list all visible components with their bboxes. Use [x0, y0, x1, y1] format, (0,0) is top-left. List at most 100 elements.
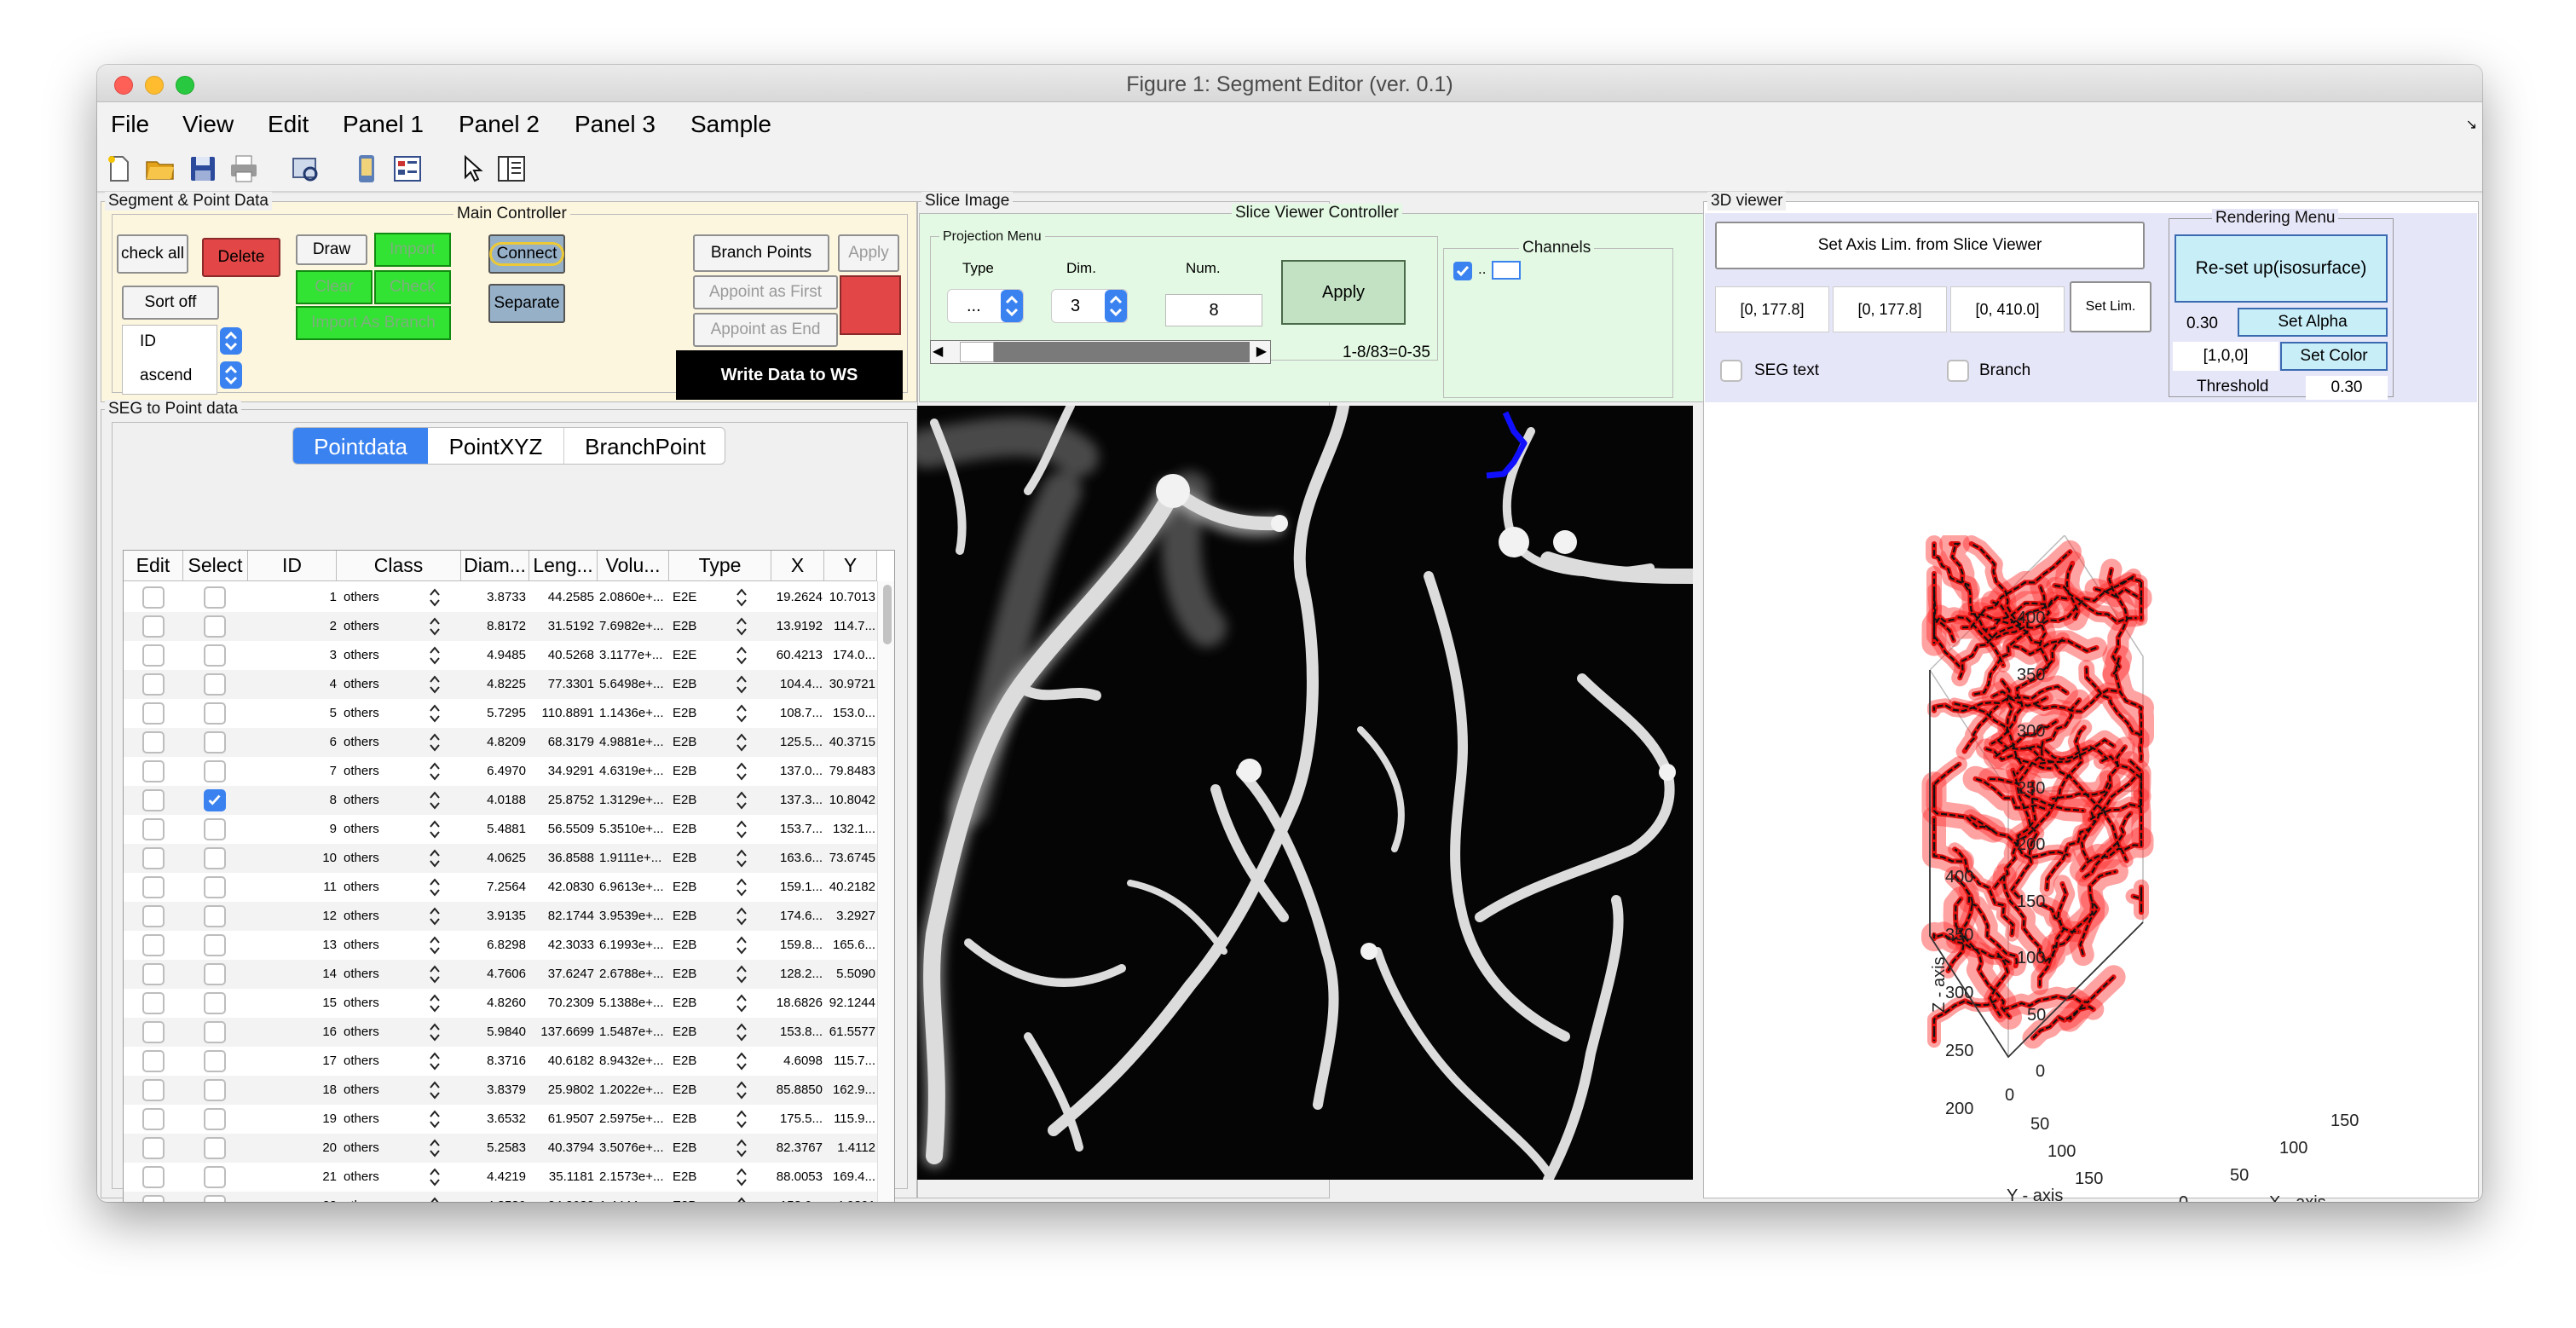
select-checkbox[interactable]	[204, 1166, 226, 1188]
x-limit-field[interactable]: [0, 177.8]	[1715, 286, 1829, 332]
column-header-class[interactable]: Class	[337, 551, 461, 581]
connect-button[interactable]: Connect	[488, 234, 565, 274]
type-stepper-icon[interactable]	[736, 673, 748, 696]
edit-checkbox[interactable]	[142, 731, 165, 753]
type-stepper-icon[interactable]	[736, 1020, 748, 1044]
table-vertical-scrollbar[interactable]	[877, 581, 894, 1202]
apply-branch-button[interactable]: Apply	[838, 234, 899, 272]
edit-checkbox[interactable]	[142, 1050, 165, 1072]
dim-dropdown-chevron-icon[interactable]	[1104, 289, 1128, 323]
type-stepper-icon[interactable]	[736, 875, 748, 899]
threshold-field[interactable]: 0.30	[2306, 376, 2388, 400]
menu-view[interactable]: View	[182, 111, 234, 138]
menu-panel-3[interactable]: Panel 3	[575, 111, 656, 138]
menu-panel-2[interactable]: Panel 2	[459, 111, 540, 138]
class-stepper-icon[interactable]	[429, 1020, 441, 1044]
select-checkbox[interactable]	[204, 731, 226, 753]
clear-button[interactable]: Clear	[296, 270, 373, 304]
edit-checkbox[interactable]	[142, 934, 165, 956]
branch-checkbox[interactable]	[1947, 360, 1969, 382]
edit-checkbox[interactable]	[142, 905, 165, 927]
class-stepper-icon[interactable]	[429, 933, 441, 957]
edit-checkbox[interactable]	[142, 1108, 165, 1130]
class-stepper-icon[interactable]	[429, 644, 441, 667]
type-stepper-icon[interactable]	[736, 702, 748, 725]
type-stepper-icon[interactable]	[736, 962, 748, 986]
tab-branchpoint[interactable]: BranchPoint	[564, 428, 725, 464]
slider-thumb[interactable]	[960, 342, 994, 362]
class-stepper-icon[interactable]	[429, 586, 441, 609]
class-stepper-icon[interactable]	[429, 817, 441, 841]
print-preview-icon[interactable]	[290, 153, 321, 184]
type-stepper-icon[interactable]	[736, 933, 748, 957]
column-header-length[interactable]: Leng...	[529, 551, 598, 581]
edit-checkbox[interactable]	[142, 1079, 165, 1101]
class-stepper-icon[interactable]	[429, 991, 441, 1015]
slider-left-arrow-icon[interactable]: ◀	[933, 343, 943, 360]
class-stepper-icon[interactable]	[429, 1107, 441, 1131]
check-all-button[interactable]: check all	[117, 234, 188, 274]
column-header-id[interactable]: ID	[248, 551, 337, 581]
new-file-icon[interactable]	[104, 153, 135, 184]
print-icon[interactable]	[228, 153, 259, 184]
class-stepper-icon[interactable]	[429, 730, 441, 754]
column-header-y[interactable]: Y	[824, 551, 877, 581]
tab-pointxyz[interactable]: PointXYZ	[428, 428, 564, 464]
select-checkbox[interactable]	[204, 673, 226, 696]
edit-checkbox[interactable]	[142, 615, 165, 638]
edit-checkbox[interactable]	[142, 702, 165, 725]
sort-field-stepper-icon[interactable]	[219, 326, 243, 355]
column-header-diameter[interactable]: Diam...	[461, 551, 529, 581]
set-axis-lim-button[interactable]: Set Axis Lim. from Slice Viewer	[1715, 222, 2145, 269]
edit-checkbox[interactable]	[142, 992, 165, 1014]
grid-icon[interactable]	[392, 153, 423, 184]
select-checkbox[interactable]	[204, 876, 226, 898]
tab-pointdata[interactable]: Pointdata	[293, 428, 428, 464]
edit-checkbox[interactable]	[142, 586, 165, 609]
type-stepper-icon[interactable]	[736, 991, 748, 1015]
pointer-icon[interactable]	[457, 153, 488, 184]
edit-checkbox[interactable]	[142, 760, 165, 782]
select-checkbox[interactable]	[204, 615, 226, 638]
column-header-select[interactable]: Select	[183, 551, 248, 581]
delete-button[interactable]: Delete	[202, 238, 280, 277]
write-data-button[interactable]: Write Data to WS	[676, 350, 903, 400]
sort-off-button[interactable]: Sort off	[122, 286, 219, 320]
resetup-isosurface-button[interactable]: Re-set up(isosurface)	[2175, 234, 2388, 303]
slice-slider[interactable]: ◀ ▶	[930, 340, 1271, 364]
select-checkbox[interactable]	[204, 1021, 226, 1043]
open-folder-icon[interactable]	[145, 153, 176, 184]
select-checkbox[interactable]	[204, 905, 226, 927]
select-checkbox[interactable]	[204, 818, 226, 840]
phone-icon[interactable]	[351, 153, 382, 184]
type-stepper-icon[interactable]	[736, 846, 748, 870]
set-alpha-button[interactable]: Set Alpha	[2238, 308, 2388, 337]
column-header-edit[interactable]: Edit	[124, 551, 183, 581]
num-input[interactable]: 8	[1165, 294, 1262, 326]
set-color-button[interactable]: Set Color	[2280, 342, 2388, 371]
channel-checkbox-icon[interactable]	[1453, 261, 1473, 281]
type-stepper-icon[interactable]	[736, 586, 748, 609]
select-checkbox[interactable]	[204, 1079, 226, 1101]
type-stepper-icon[interactable]	[736, 788, 748, 812]
z-limit-field[interactable]: [0, 410.0]	[1950, 286, 2065, 332]
edit-checkbox[interactable]	[142, 644, 165, 667]
edit-checkbox[interactable]	[142, 818, 165, 840]
type-stepper-icon[interactable]	[736, 1136, 748, 1160]
check-button[interactable]: Check	[374, 270, 451, 304]
type-stepper-icon[interactable]	[736, 730, 748, 754]
select-checkbox[interactable]	[204, 847, 226, 869]
y-limit-field[interactable]: [0, 177.8]	[1833, 286, 1947, 332]
class-stepper-icon[interactable]	[429, 1049, 441, 1073]
select-checkbox[interactable]	[204, 586, 226, 609]
edit-checkbox[interactable]	[142, 876, 165, 898]
save-icon[interactable]	[188, 153, 218, 184]
draw-button[interactable]: Draw	[296, 234, 367, 265]
type-stepper-icon[interactable]	[736, 1078, 748, 1102]
set-lim-button[interactable]: Set Lim.	[2070, 281, 2151, 332]
class-stepper-icon[interactable]	[429, 1194, 441, 1202]
menu-collapse-icon[interactable]: ↘	[2466, 116, 2477, 133]
class-stepper-icon[interactable]	[429, 962, 441, 986]
class-stepper-icon[interactable]	[429, 1165, 441, 1189]
edit-checkbox[interactable]	[142, 789, 165, 811]
